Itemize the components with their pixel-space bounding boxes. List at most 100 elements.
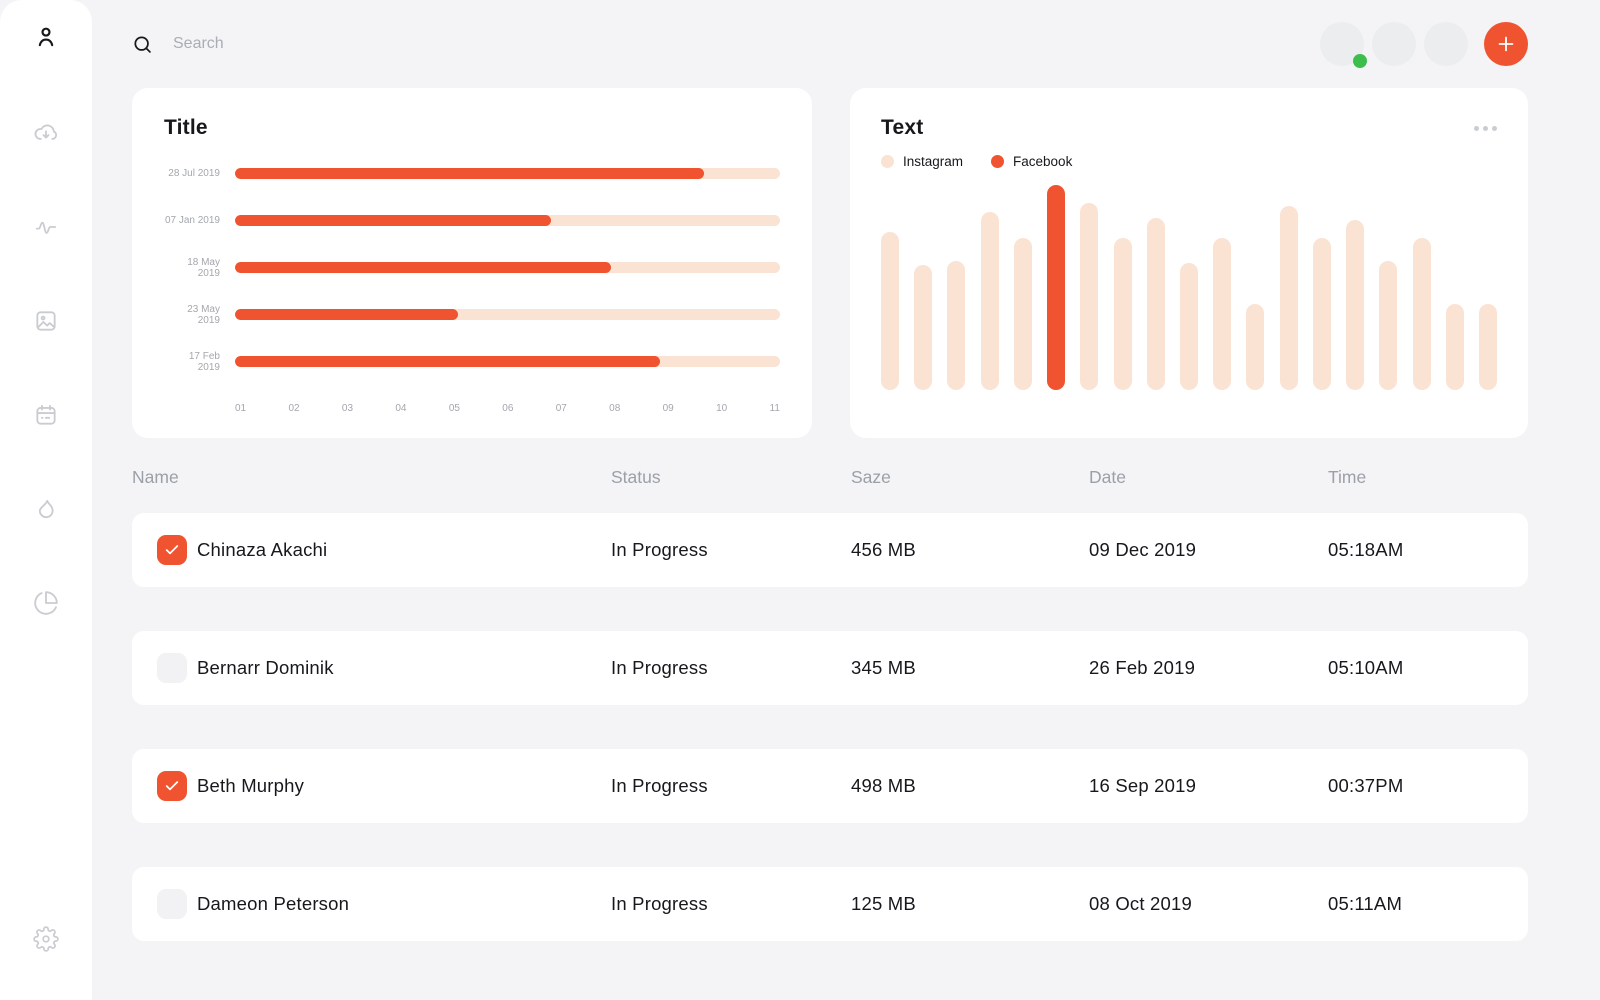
- bar[interactable]: [1313, 238, 1331, 390]
- sidebar-item-trending[interactable]: [33, 496, 59, 522]
- bar[interactable]: [947, 261, 965, 390]
- table-row: Bernarr Dominik In Progress345 MB26 Feb 2…: [132, 631, 1528, 705]
- bar[interactable]: [1114, 238, 1132, 390]
- name-cell: Beth Murphy: [132, 771, 611, 801]
- row-size: 125 MB: [851, 893, 1089, 915]
- bar[interactable]: [1479, 304, 1497, 390]
- sidebar-item-calendar[interactable]: [33, 402, 59, 428]
- row-time: 00:37PM: [1328, 775, 1528, 797]
- bar[interactable]: [1213, 238, 1231, 390]
- x-axis-tick: 03: [342, 403, 353, 414]
- bar[interactable]: [1280, 206, 1298, 391]
- row-time: 05:11AM: [1328, 893, 1528, 915]
- row-status: In Progress: [611, 657, 851, 679]
- check-icon: [164, 542, 180, 558]
- sidebar-item-settings[interactable]: [33, 926, 59, 952]
- row-size: 456 MB: [851, 539, 1089, 561]
- sidebar-item-media[interactable]: [33, 308, 59, 334]
- progress-row: 28 Jul 2019: [164, 168, 780, 179]
- cloud-download-icon: [33, 120, 59, 146]
- search-icon[interactable]: [132, 34, 153, 55]
- bars-card-title: Text: [881, 116, 923, 140]
- row-status: In Progress: [611, 775, 851, 797]
- bar[interactable]: [1379, 261, 1397, 390]
- x-axis-tick: 05: [449, 403, 460, 414]
- bar-highlighted[interactable]: [1047, 185, 1065, 390]
- x-axis-tick: 07: [556, 403, 567, 414]
- bar[interactable]: [1180, 263, 1198, 390]
- add-button[interactable]: [1484, 22, 1528, 66]
- bar[interactable]: [981, 212, 999, 390]
- avatar[interactable]: [1424, 22, 1468, 66]
- chart-legend: InstagramFacebook: [881, 154, 1497, 169]
- column-header-saze: Saze: [851, 467, 1089, 488]
- chart-cards: Title 28 Jul 2019 07 Jan 2019 18 May 2019 2…: [132, 88, 1528, 438]
- bar[interactable]: [914, 265, 932, 390]
- bar[interactable]: [1446, 304, 1464, 390]
- row-name: Bernarr Dominik: [197, 657, 334, 679]
- bar[interactable]: [881, 232, 899, 390]
- image-icon: [33, 308, 59, 334]
- bar[interactable]: [1014, 238, 1032, 390]
- progress-row-label: 28 Jul 2019: [164, 168, 220, 179]
- sidebar-item-downloads[interactable]: [33, 120, 59, 146]
- table-body: Chinaza AkachiIn Progress456 MB09 Dec 20…: [132, 513, 1528, 941]
- checkbox-unchecked[interactable]: [157, 653, 187, 683]
- main-content: Title 28 Jul 2019 07 Jan 2019 18 May 2019 2…: [92, 0, 1600, 941]
- search-input[interactable]: [173, 35, 473, 53]
- progress-fill: [235, 309, 458, 320]
- table-row: Chinaza AkachiIn Progress456 MB09 Dec 20…: [132, 513, 1528, 587]
- sidebar-item-profile[interactable]: [33, 24, 59, 50]
- topbar-actions: [1320, 22, 1528, 66]
- progress-track: [235, 309, 780, 320]
- calendar-icon: [33, 402, 59, 428]
- progress-row-label: 18 May 2019: [164, 257, 220, 279]
- progress-card-title: Title: [164, 116, 780, 140]
- avatar[interactable]: [1372, 22, 1416, 66]
- avatar[interactable]: [1320, 22, 1364, 66]
- x-axis-tick: 09: [663, 403, 674, 414]
- row-name: Chinaza Akachi: [197, 539, 327, 561]
- sidebar-item-activity[interactable]: [33, 214, 59, 240]
- progress-row-label: 07 Jan 2019: [164, 215, 220, 226]
- progress-fill: [235, 356, 660, 367]
- progress-row-label: 23 May 2019: [164, 304, 220, 326]
- column-header-date: Date: [1089, 467, 1328, 488]
- topbar: [132, 0, 1528, 88]
- bar[interactable]: [1246, 304, 1264, 390]
- progress-track: [235, 168, 780, 179]
- search-bar: [132, 34, 473, 55]
- row-size: 345 MB: [851, 657, 1089, 679]
- progress-track: [235, 215, 780, 226]
- progress-chart-card: Title 28 Jul 2019 07 Jan 2019 18 May 2019 2…: [132, 88, 812, 438]
- bar[interactable]: [1147, 218, 1165, 390]
- name-cell: Chinaza Akachi: [132, 535, 611, 565]
- checkbox-checked[interactable]: [157, 771, 187, 801]
- bar[interactable]: [1413, 238, 1431, 390]
- pie-chart-icon: [33, 590, 59, 616]
- table-row: Beth MurphyIn Progress498 MB16 Sep 20190…: [132, 749, 1528, 823]
- row-name: Beth Murphy: [197, 775, 304, 797]
- x-axis-tick: 04: [395, 403, 406, 414]
- row-date: 08 Oct 2019: [1089, 893, 1328, 915]
- ellipsis-menu-icon[interactable]: [1474, 116, 1497, 131]
- sidebar-item-reports[interactable]: [33, 590, 59, 616]
- row-name: Dameon Peterson: [197, 893, 349, 915]
- progress-row: 23 May 2019: [164, 309, 780, 320]
- bar[interactable]: [1080, 203, 1098, 390]
- progress-track: [235, 356, 780, 367]
- checkbox-checked[interactable]: [157, 535, 187, 565]
- online-status-dot: [1353, 54, 1367, 68]
- column-header-time: Time: [1328, 467, 1528, 488]
- table-header: NameStatusSazeDateTime: [132, 462, 1528, 492]
- row-status: In Progress: [611, 539, 851, 561]
- progress-row: 18 May 2019: [164, 262, 780, 273]
- row-date: 26 Feb 2019: [1089, 657, 1328, 679]
- x-axis-tick: 10: [716, 403, 727, 414]
- progress-fill: [235, 262, 611, 273]
- bar[interactable]: [1346, 220, 1364, 390]
- x-axis-tick: 06: [502, 403, 513, 414]
- row-time: 05:18AM: [1328, 539, 1528, 561]
- checkbox-unchecked[interactable]: [157, 889, 187, 919]
- legend-item: Facebook: [991, 154, 1072, 169]
